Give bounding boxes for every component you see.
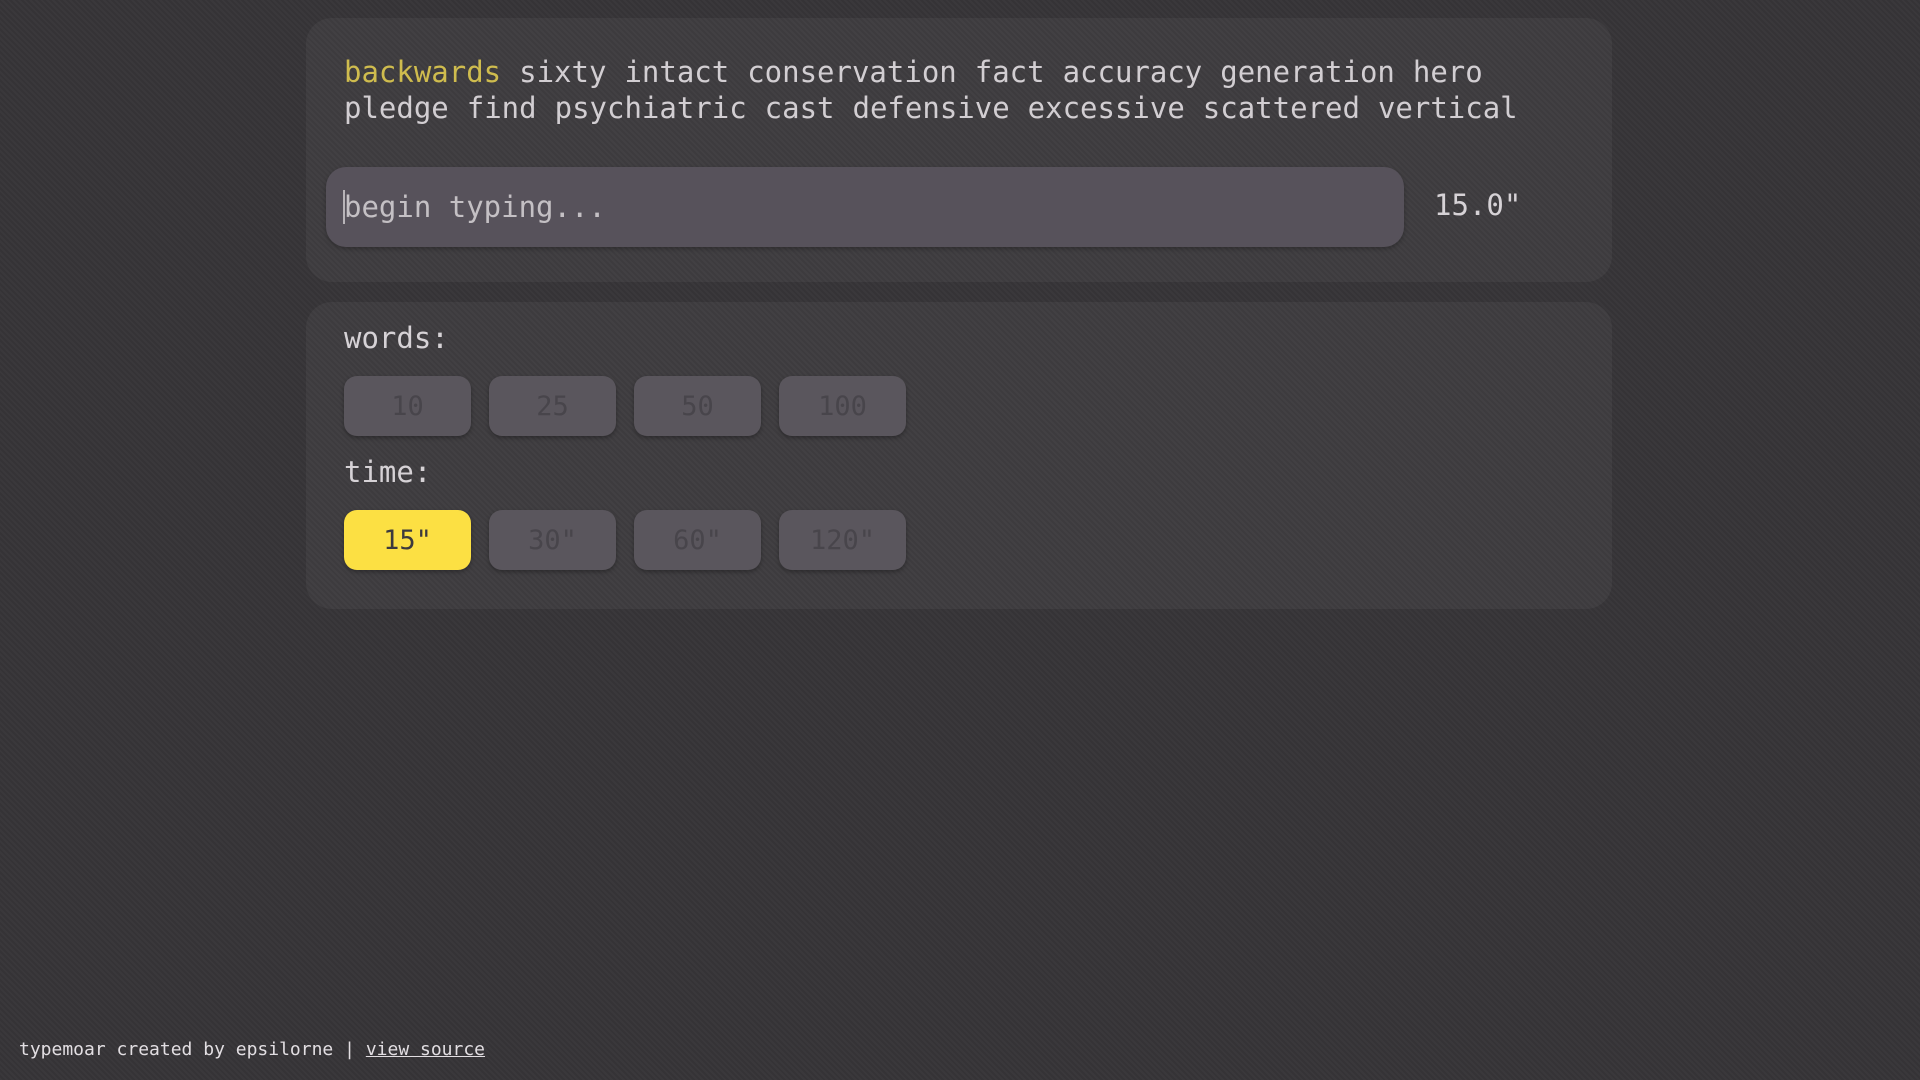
- time-120-button[interactable]: 120": [779, 510, 906, 570]
- word: conservation: [747, 55, 957, 89]
- word: intact: [624, 55, 730, 89]
- word: defensive: [852, 91, 1010, 125]
- footer-separator: |: [344, 1039, 355, 1060]
- word: pledge: [344, 91, 449, 125]
- word: vertical: [1377, 91, 1518, 125]
- word: find: [466, 91, 537, 125]
- settings-panel: words: 10 25 50 100 time: 15" 30" 60" 12…: [306, 302, 1612, 609]
- word: excessive: [1027, 91, 1185, 125]
- word-count-options: 10 25 50 100: [344, 376, 906, 436]
- words-10-button[interactable]: 10: [344, 376, 471, 436]
- words-50-button[interactable]: 50: [634, 376, 761, 436]
- word: accuracy: [1062, 55, 1203, 89]
- time-30-button[interactable]: 30": [489, 510, 616, 570]
- timer-display: 15.0": [1434, 188, 1522, 222]
- view-source-link[interactable]: view source: [366, 1039, 485, 1060]
- time-60-button[interactable]: 60": [634, 510, 761, 570]
- word-current: backwards: [344, 55, 502, 89]
- footer-credit: typemoar created by epsilorne: [19, 1039, 334, 1060]
- word: fact: [974, 55, 1045, 89]
- typing-input[interactable]: [326, 167, 1404, 247]
- text-caret: [343, 190, 345, 224]
- word: psychiatric: [554, 91, 747, 125]
- time-label: time:: [344, 455, 432, 489]
- footer: typemoar created by epsilorne | view sou…: [19, 1039, 485, 1060]
- words-25-button[interactable]: 25: [489, 376, 616, 436]
- time-15-button[interactable]: 15": [344, 510, 471, 570]
- word-list: backwards sixty intact conservation fact accu…: [344, 54, 1584, 126]
- word: hero: [1412, 55, 1483, 89]
- word: generation: [1220, 55, 1395, 89]
- word: scattered: [1202, 91, 1360, 125]
- word: cast: [764, 91, 835, 125]
- time-options: 15" 30" 60" 120": [344, 510, 906, 570]
- typing-panel: backwards sixty intact conservation fact accu…: [306, 18, 1612, 282]
- words-label: words:: [344, 321, 449, 355]
- word: sixty: [519, 55, 607, 89]
- words-100-button[interactable]: 100: [779, 376, 906, 436]
